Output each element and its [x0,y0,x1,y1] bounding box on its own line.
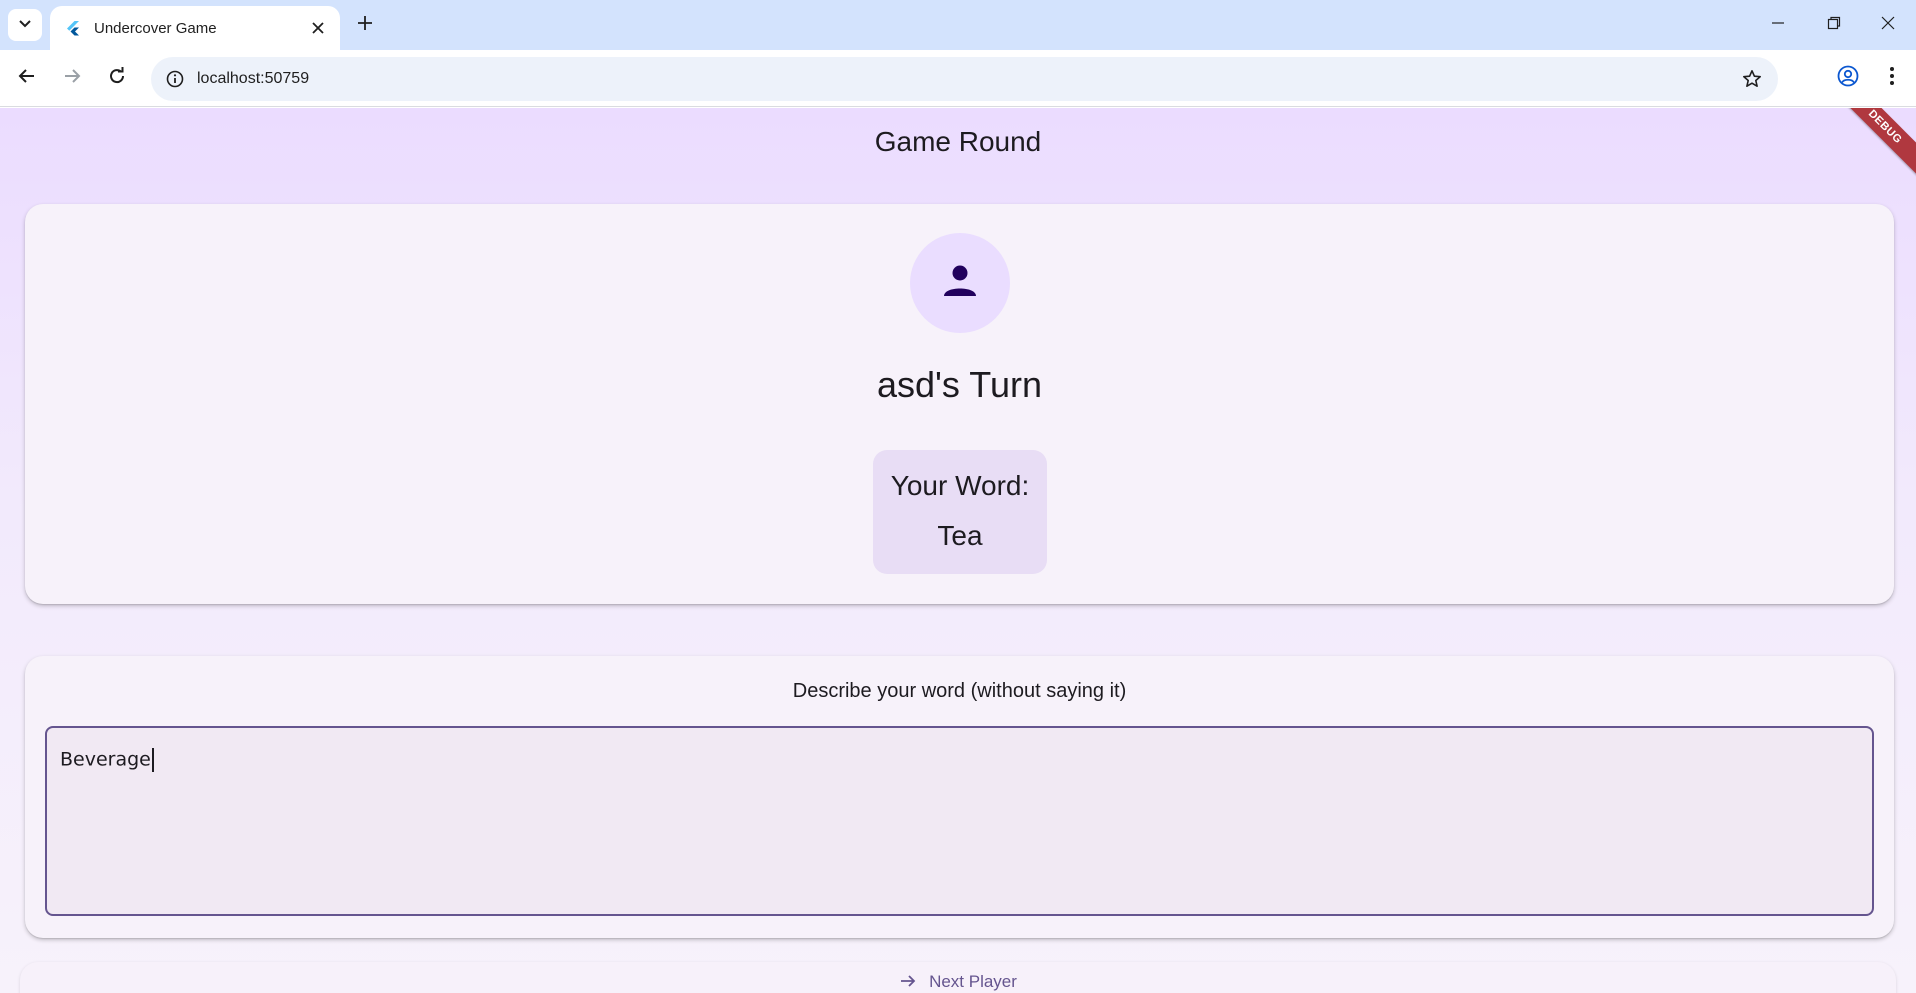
tab-search-button[interactable] [8,9,42,41]
text-caret [151,748,154,772]
more-vertical-icon [1889,66,1895,91]
chevron-down-icon [18,16,32,35]
address-bar[interactable]: localhost:50759 [151,57,1778,101]
minimize-button[interactable] [1750,0,1806,50]
description-input[interactable]: Beverage [45,726,1874,916]
word-label: Your Word: [890,470,1030,501]
description-prompt: Describe your word (without saying it) [792,680,1127,702]
avatar [910,233,1010,333]
back-button[interactable] [10,61,44,95]
app-viewport: Game Round DEBUG asd's Turn Your Word: T… [0,108,1916,993]
browser-menu-button[interactable] [1875,61,1909,95]
next-player-button[interactable]: Next Player [20,962,1896,993]
url-text: localhost:50759 [197,70,310,87]
description-card: Describe your word (without saying it) B… [25,656,1894,938]
info-icon[interactable] [155,59,195,99]
browser-toolbar: localhost:50759 [0,50,1916,107]
close-icon [1881,16,1895,35]
restore-button[interactable] [1806,0,1862,50]
description-input-value: Beverage [60,748,151,771]
arrow-right-icon [899,972,917,993]
secret-word-box: Your Word: Tea [873,450,1047,574]
plus-icon [357,15,373,36]
reload-icon [108,66,126,90]
tab-strip: Undercover Game [0,0,1916,50]
close-icon[interactable] [304,14,332,42]
browser-tab-active[interactable]: Undercover Game [50,6,340,50]
arrow-right-icon [63,67,81,90]
restore-icon [1827,16,1841,35]
flutter-icon [64,19,82,37]
tab-title: Undercover Game [94,19,217,37]
minimize-icon [1771,16,1785,35]
player-card: asd's Turn Your Word: Tea [25,204,1894,604]
forward-button[interactable] [55,61,89,95]
arrow-left-icon [18,67,36,90]
star-icon[interactable] [1740,67,1764,91]
account-icon [1837,65,1859,92]
next-player-label: Next Player [929,972,1017,991]
player-turn-title: asd's Turn [877,364,1042,405]
reload-button[interactable] [100,61,134,95]
new-tab-button[interactable] [350,10,380,40]
profile-button[interactable] [1831,61,1865,95]
close-window-button[interactable] [1860,0,1916,50]
secret-word: Tea [937,520,983,551]
person-icon [940,261,980,306]
page-title: Game Round [874,126,1042,157]
next-player-content: Next Player [899,972,1017,993]
